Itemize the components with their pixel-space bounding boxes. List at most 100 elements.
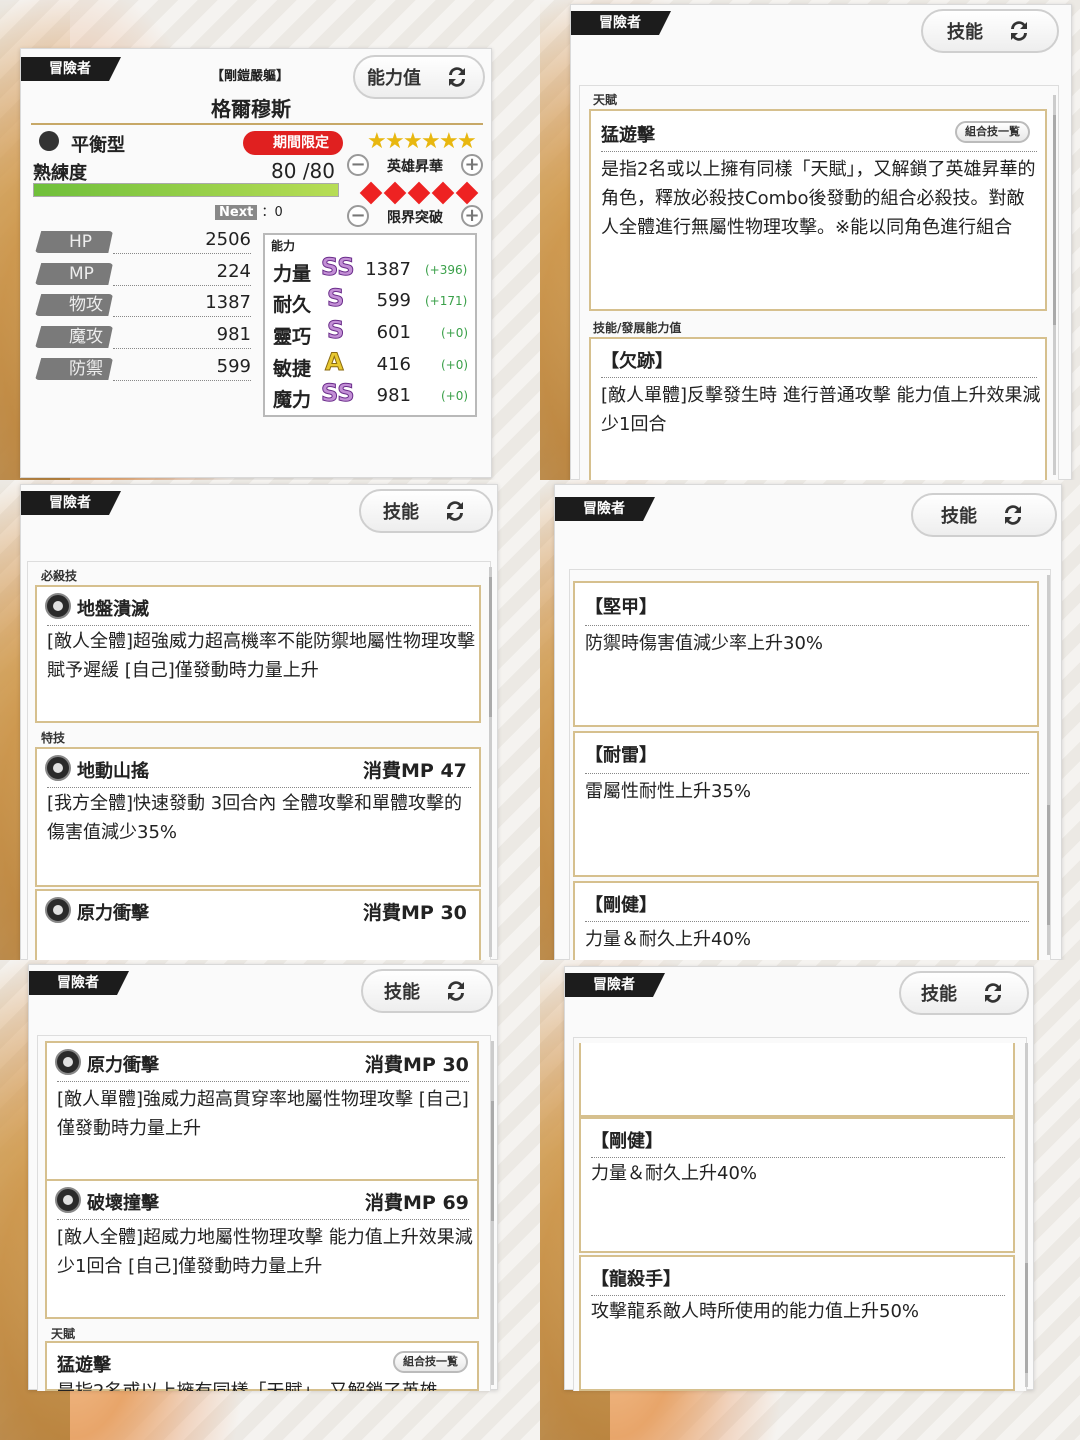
scrollbar-thumb[interactable] — [491, 1101, 494, 1221]
scrollbar-thumb[interactable] — [1025, 1263, 1028, 1373]
ability-agi-value: 416 — [376, 354, 411, 375]
proficiency-current: 80 — [271, 159, 297, 183]
ability-agi-bonus: (+0) — [441, 358, 469, 372]
scrollbar-thumb[interactable] — [489, 577, 492, 717]
dev-card: 【剛健】 力量＆耐久上升40% — [573, 881, 1039, 960]
star-icon: ★ — [421, 129, 441, 154]
dev-card-empty — [579, 1043, 1015, 1117]
tab-skills[interactable]: 技能 — [921, 9, 1059, 53]
divider — [47, 625, 471, 626]
abilities-box: 能力 力量 SS 1387 (+396) 耐久 S 599 (+171) 靈巧 … — [263, 233, 477, 417]
diamond-icon — [383, 181, 407, 205]
adventurer-tag: 冒險者 — [21, 57, 121, 81]
scrollbar[interactable] — [489, 567, 492, 957]
tab-skills-label: 技能 — [921, 984, 957, 1005]
talent-card: 猛遊擊 組合技一覧 是指2名或以上擁有同樣「天賦」，又解鎖了英雄昇華的角色，釋放… — [589, 109, 1047, 311]
diamond-icon — [455, 181, 479, 205]
ability-str-value: 1387 — [365, 259, 411, 280]
ability-mag-name: 魔力 — [273, 389, 312, 411]
stat-patk-label: 物攻 — [35, 294, 113, 316]
special-title: 地盤潰滅 — [77, 599, 149, 620]
ability-dex-rank: S — [326, 316, 345, 345]
proficiency-bar — [33, 183, 339, 197]
divider — [113, 380, 251, 381]
ability-end-value: 599 — [376, 290, 411, 311]
divider — [601, 377, 1037, 378]
tab-skills[interactable]: 技能 — [361, 969, 493, 1013]
diamond-icon — [431, 181, 455, 205]
screenshot-collage: 冒險者 【剛鎧嚴軀】 格爾穆斯 能力值 平衡型 期間限定 ★ ★ ★ ★ ★ ★… — [0, 0, 1080, 1440]
skill1-title: 地動山搖 — [77, 761, 149, 782]
stat-mp-label: MP — [35, 263, 113, 285]
skill-title: 原力衝擊 — [87, 1055, 159, 1076]
skill1-description: [我方全體]快速發動 3回合內 全體攻擊和單體攻擊的傷害值減少35% — [47, 793, 462, 843]
ability-end-name: 耐久 — [273, 294, 312, 316]
ability-dex-bonus: (+0) — [441, 326, 469, 340]
balance-icon — [39, 131, 59, 151]
scrollbar[interactable] — [1047, 575, 1050, 955]
scrollbar[interactable] — [1053, 95, 1056, 475]
skills-panel: 冒險者 技能 【堅甲】 防禦時傷害值減少率上升30% 【耐雷】 雷屬性耐性上升3… — [554, 484, 1062, 960]
dev-card: 【耐雷】 雷屬性耐性上升35% — [573, 731, 1039, 877]
ability-dex-value: 601 — [376, 322, 411, 343]
proficiency-bar-fill — [34, 184, 338, 196]
limit-break-plus[interactable]: + — [461, 205, 483, 227]
ability-mag-value: 981 — [376, 385, 411, 406]
skill-description: [敵人全體]超威力地屬性物理攻擊 能力值上升效果減少1回合 [自己]僅發動時力量… — [57, 1227, 473, 1277]
divider — [601, 151, 1037, 152]
skill-card: 原力衝擊 消費MP 30 [敵人單體]強威力超高貫穿率地屬性物理攻擊 [自己]僅… — [45, 1041, 479, 1181]
divider — [585, 773, 1029, 774]
tab-skills[interactable]: 技能 — [359, 489, 493, 533]
dev-title: 【欠跡】 — [601, 351, 673, 372]
combo-list-button[interactable]: 組合技一覧 — [955, 121, 1030, 143]
diamond-icon — [359, 181, 383, 205]
skills-cell: 冒險者 技能 原力衝擊 消費MP 30 [敵人單體]強威力超高貫穿率地屬性物理攻… — [0, 960, 540, 1440]
skills-panel: 冒險者 技能 【剛健】 力量＆耐久上升40% 【龍殺手】 攻擊龍系敵人時所使用的… — [564, 966, 1034, 1391]
divider — [47, 787, 471, 788]
dev-card: 【龍殺手】 攻擊龍系敵人時所使用的能力值上升50% — [579, 1255, 1015, 1391]
divider — [585, 921, 1029, 922]
tab-skills[interactable]: 技能 — [911, 493, 1057, 537]
character-type: 平衡型 — [71, 135, 125, 156]
skill-card: 地動山搖 消費MP 47 [我方全體]快速發動 3回合內 全體攻擊和單體攻擊的傷… — [35, 747, 481, 887]
combo-list-button[interactable]: 組合技一覧 — [393, 1351, 468, 1373]
divider — [113, 285, 251, 286]
divider — [57, 1081, 469, 1082]
ability-dex-name: 靈巧 — [273, 326, 312, 348]
stat-mp-value: 224 — [216, 261, 251, 282]
adventurer-tag: 冒險者 — [571, 11, 671, 35]
skills-panel: 冒險者 技能 天賦 猛遊擊 組合技一覧 是指2名或以上擁有同樣「天賦」，又解鎖了… — [570, 4, 1072, 480]
star-icon: ★ — [385, 129, 405, 154]
proficiency-value: 80 /80 — [271, 159, 335, 183]
skill-card: 原力衝擊 消費MP 30 — [35, 889, 481, 960]
tab-stats[interactable]: 能力值 — [353, 55, 485, 99]
dev3-description: 力量＆耐久上升40% — [585, 929, 752, 950]
dev-section-label: 技能/發展能力值 — [593, 321, 682, 335]
skill2-cost: 消費MP 30 — [363, 902, 467, 924]
divider — [591, 1157, 1005, 1158]
hero-ascend-minus[interactable]: − — [347, 154, 369, 176]
stat-patk-value: 1387 — [205, 292, 251, 313]
skill-section-label: 特技 — [41, 731, 66, 745]
scrollbar[interactable] — [491, 1041, 494, 1385]
limit-break-minus[interactable]: − — [347, 205, 369, 227]
scrollbar[interactable] — [1025, 1043, 1028, 1387]
adventurer-tag: 冒險者 — [565, 973, 665, 997]
talent-section-label: 天賦 — [51, 1327, 76, 1341]
talent-description: 是指2名或以上擁有同樣「天賦」，又解鎖了英雄昇華的角色，釋放必殺技Combo後發… — [601, 159, 1036, 238]
tab-skills[interactable]: 技能 — [899, 971, 1029, 1015]
scrollbar-thumb[interactable] — [1053, 115, 1056, 325]
skill-cost: 消費MP 30 — [365, 1054, 469, 1076]
scrollbar-thumb[interactable] — [1047, 805, 1050, 925]
hero-ascend-plus[interactable]: + — [461, 154, 483, 176]
talent-cell: 冒險者 技能 天賦 猛遊擊 組合技一覧 是指2名或以上擁有同樣「天賦」，又解鎖了… — [540, 0, 1080, 480]
earth-element-icon — [55, 1049, 81, 1075]
stat-matk-value: 981 — [216, 324, 251, 345]
ability-str-rank: SS — [321, 253, 355, 282]
skill-cost: 消費MP 69 — [365, 1192, 469, 1214]
development-cell-2: 冒險者 技能 【剛健】 力量＆耐久上升40% 【龍殺手】 攻擊龍系敵人時所使用的… — [540, 960, 1080, 1440]
character-name: 格爾穆斯 — [211, 97, 291, 121]
next-exp: Next ：0 — [215, 201, 283, 220]
divider — [57, 1219, 469, 1220]
divider — [113, 253, 251, 254]
